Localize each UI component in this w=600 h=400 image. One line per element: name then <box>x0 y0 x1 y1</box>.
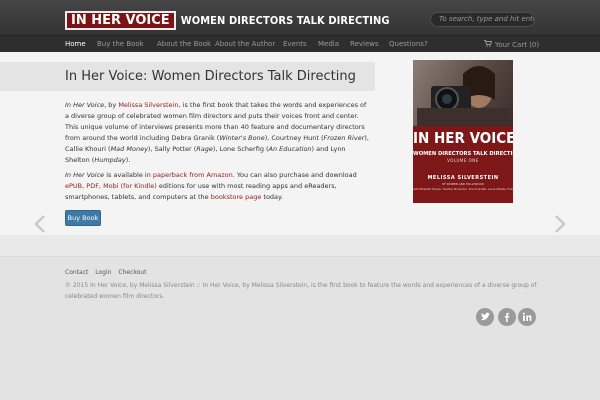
bookstore-link[interactable]: bookstore page <box>211 193 262 201</box>
film-title: Frozen River <box>323 134 365 142</box>
cart-icon <box>484 40 493 47</box>
film-title: Winter's Bone <box>219 134 265 142</box>
linkedin-icon[interactable] <box>518 308 536 326</box>
page-title: In Her Voice: Women Directors Talk Direc… <box>65 69 356 84</box>
site-logo[interactable]: IN HER VOICE WOMEN DIRECTORS TALK DIRECT… <box>65 10 390 30</box>
text: , by <box>104 101 119 109</box>
text: is available in <box>104 171 153 179</box>
book-cover-subtitle: WOMEN DIRECTORS TALK DIRECTING <box>413 151 513 157</box>
ebook-formats-link[interactable]: ePUB, PDF, Mobi (for Kindle) <box>65 182 157 190</box>
intro-paragraph: In Her Voice, by Melissa Silverstein, is… <box>65 100 370 166</box>
cover-photo <box>413 60 513 126</box>
book-title-ref: In Her Voice <box>65 171 105 179</box>
availability-paragraph: In Her Voice is available in paperback f… <box>65 170 370 203</box>
nav-item-home[interactable]: Home <box>65 40 86 48</box>
footer-link-login[interactable]: Login <box>95 269 111 276</box>
nav-item-reviews[interactable]: Reviews <box>350 40 379 48</box>
text: ), Lone Scherfig ( <box>212 145 269 153</box>
text: ), Courtney Hunt ( <box>264 134 324 142</box>
twitter-icon[interactable] <box>476 308 494 326</box>
main-nav: Home Buy the Book About the Book About t… <box>0 35 600 52</box>
book-cover-title: IN HER VOICE <box>413 129 513 147</box>
footer-link-checkout[interactable]: Checkout <box>118 269 146 276</box>
amazon-link[interactable]: paperback from Amazon <box>153 171 233 179</box>
film-title: Humpday <box>94 156 126 164</box>
book-title-ref: In Her Voice <box>65 101 105 109</box>
footer-divider <box>0 235 600 257</box>
nav-item-buy-the-book[interactable]: Buy the Book <box>97 40 144 48</box>
cart-label: Your Cart (0) <box>495 41 540 49</box>
prev-arrow-icon[interactable] <box>33 214 47 234</box>
hero-section: In Her Voice: Women Directors Talk Direc… <box>0 52 600 235</box>
book-cover-contributors: with Elizabeth Harper, Heather McLendon,… <box>413 188 513 191</box>
film-title: Rage <box>196 145 213 153</box>
site-header: IN HER VOICE WOMEN DIRECTORS TALK DIRECT… <box>0 0 600 35</box>
nav-item-about-the-book[interactable]: About the Book <box>157 40 211 48</box>
copyright-text: © 2015 In Her Voice, by Melissa Silverst… <box>65 282 537 300</box>
buy-book-button[interactable]: Buy Book <box>65 210 101 226</box>
author-link[interactable]: Melissa Silverstein <box>118 101 178 109</box>
nav-item-about-the-author[interactable]: About the Author <box>215 40 275 48</box>
book-cover-byline: OF WOMEN AND HOLLYWOOD <box>442 182 484 186</box>
footer-links: Contact Login Checkout <box>65 269 151 276</box>
logo-subtitle: WOMEN DIRECTORS TALK DIRECTING <box>180 13 390 27</box>
logo-main: IN HER VOICE <box>65 10 176 30</box>
book-cover-volume: VOLUME ONE <box>447 158 479 163</box>
text: today. <box>261 193 284 201</box>
search-input[interactable]: To search, type and hit ente <box>430 12 535 27</box>
book-cover-author: MELISSA SILVERSTEIN <box>427 175 499 181</box>
nav-item-questions[interactable]: Questions? <box>389 40 428 48</box>
cart-link[interactable]: Your Cart (0) <box>484 40 539 49</box>
next-arrow-icon[interactable] <box>553 214 567 234</box>
text: ). <box>125 156 131 164</box>
nav-item-media[interactable]: Media <box>318 40 339 48</box>
text: . You can also purchase and download <box>232 171 357 179</box>
text: ), Sally Potter ( <box>147 145 197 153</box>
facebook-icon[interactable] <box>498 308 516 326</box>
film-title: Mad Money <box>110 145 148 153</box>
film-title: An Education <box>268 145 312 153</box>
footer-link-contact[interactable]: Contact <box>65 269 88 276</box>
book-cover[interactable]: IN HER VOICE WOMEN DIRECTORS TALK DIRECT… <box>413 60 513 203</box>
site-footer: Contact Login Checkout © 2015 In Her Voi… <box>0 257 600 400</box>
nav-item-events[interactable]: Events <box>283 40 307 48</box>
